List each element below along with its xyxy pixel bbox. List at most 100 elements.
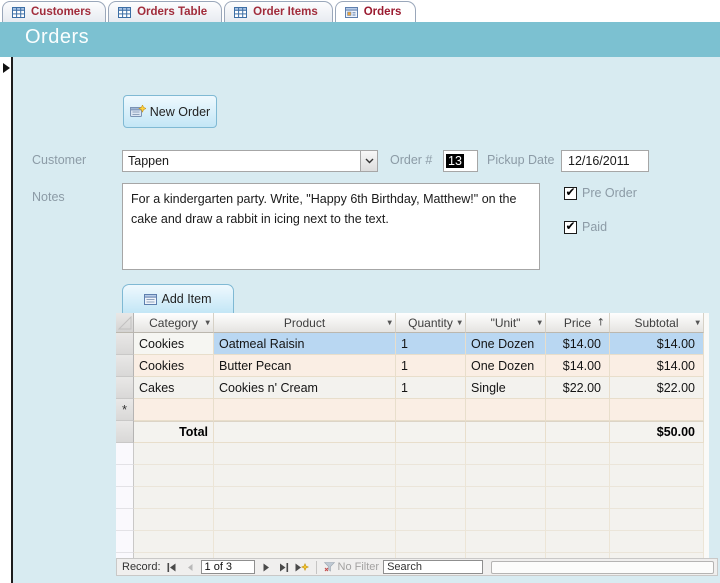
cell-category[interactable] (134, 399, 214, 421)
column-header-product[interactable]: Product ▼ (214, 313, 396, 333)
check-icon: ✔ (565, 185, 576, 199)
tab-orders-table[interactable]: Orders Table (108, 1, 223, 22)
cell-subtotal[interactable]: $22.00 (610, 377, 704, 399)
column-header-quantity[interactable]: Quantity ▼ (396, 313, 466, 333)
cell-subtotal[interactable] (610, 399, 704, 421)
no-filter-button[interactable]: No Filter (323, 561, 379, 573)
cell-category[interactable]: Cookies (134, 355, 214, 377)
order-number-field[interactable]: 13 (443, 150, 478, 172)
customer-combobox[interactable]: Tappen (122, 150, 378, 172)
previous-record-button[interactable] (183, 561, 197, 574)
search-input[interactable] (383, 560, 484, 574)
navigation-pane-collapsed[interactable] (0, 57, 13, 583)
filter-arrow-icon[interactable]: ▼ (537, 319, 542, 326)
next-record-icon (263, 563, 269, 571)
cell-subtotal[interactable]: $14.00 (610, 355, 704, 377)
cell-unit[interactable] (466, 399, 546, 421)
last-record-icon (279, 562, 288, 572)
cell-quantity[interactable]: 1 (396, 355, 466, 377)
order-number-value: 13 (446, 154, 464, 168)
customer-dropdown-button[interactable] (360, 151, 377, 171)
add-item-label: Add Item (161, 292, 212, 306)
next-record-button[interactable] (259, 561, 273, 574)
notes-field[interactable]: For a kindergarten party. Write, "Happy … (122, 183, 540, 270)
table-icon (118, 6, 132, 18)
add-item-button[interactable]: Add Item (122, 284, 234, 313)
cell-product[interactable]: Oatmeal Raisin (214, 333, 396, 355)
total-row: Total $50.00 (116, 421, 704, 443)
cell-product[interactable] (214, 399, 396, 421)
row-selector[interactable] (116, 377, 134, 399)
cell-price[interactable]: $14.00 (546, 355, 610, 377)
page-title: Orders (25, 26, 90, 48)
row-selector[interactable] (116, 355, 134, 377)
column-header-subtotal[interactable]: Subtotal ▼ (610, 313, 704, 333)
tab-customers[interactable]: Customers (2, 1, 107, 22)
cell-subtotal[interactable]: $14.00 (610, 333, 704, 355)
filter-arrow-icon[interactable]: ▼ (205, 319, 210, 326)
new-record-icon (295, 562, 309, 571)
first-record-icon (167, 562, 176, 572)
filter-arrow-icon[interactable]: ▼ (457, 319, 462, 326)
notes-label: Notes (32, 190, 65, 204)
table-icon (234, 6, 248, 18)
cell-quantity[interactable] (396, 399, 466, 421)
select-all-corner[interactable] (116, 313, 134, 333)
cell-category[interactable]: Cakes (134, 377, 214, 399)
column-header-category[interactable]: Category ▼ (134, 313, 214, 333)
access-window: Customers Orders Table Order Items Order… (0, 0, 720, 583)
record-navigator: Record: 1 of 3 No Filter (116, 558, 718, 576)
customer-value[interactable]: Tappen (123, 154, 360, 168)
form-icon (344, 6, 358, 18)
paid-checkbox[interactable]: ✔ (564, 219, 577, 234)
sort-ascending-icon[interactable]: ↑ (597, 317, 605, 328)
pickup-date-field[interactable]: 12/16/2011 (561, 150, 649, 172)
cell-quantity[interactable]: 1 (396, 333, 466, 355)
filter-arrow-icon[interactable]: ▼ (695, 319, 700, 326)
last-record-button[interactable] (277, 561, 291, 574)
row-selector[interactable] (116, 333, 134, 355)
previous-record-icon (187, 563, 193, 571)
tab-label: Orders (363, 6, 402, 18)
check-icon: ✔ (565, 219, 576, 233)
cell-quantity[interactable]: 1 (396, 377, 466, 399)
column-header-price[interactable]: Price ↑ (546, 313, 610, 333)
paid-checkbox-row: ✔ Paid (564, 220, 607, 234)
cell-product[interactable]: Cookies n' Cream (214, 377, 396, 399)
navbar-separator (315, 560, 317, 574)
table-row: Cookies Butter Pecan 1 One Dozen $14.00 … (116, 355, 704, 377)
cell-unit[interactable]: One Dozen (466, 333, 546, 355)
tab-order-items[interactable]: Order Items (224, 1, 333, 22)
cell-unit[interactable]: One Dozen (466, 355, 546, 377)
tab-label: Customers (31, 6, 92, 18)
record-position-box[interactable]: 1 of 3 (200, 560, 255, 574)
corner-diagonal-icon (118, 316, 132, 330)
horizontal-scrollbar[interactable] (491, 560, 714, 574)
first-record-button[interactable] (165, 561, 179, 574)
new-record-selector[interactable]: * (116, 399, 134, 421)
cell-unit[interactable]: Single (466, 377, 546, 399)
order-number-label: Order # (390, 153, 433, 167)
new-record-button[interactable] (295, 561, 309, 574)
total-label: Total (134, 421, 214, 443)
cell-price[interactable] (546, 399, 610, 421)
new-order-button[interactable]: New Order (123, 95, 217, 128)
chevron-down-icon (365, 158, 373, 164)
new-record-icon (129, 105, 146, 117)
cell-category[interactable]: Cookies (134, 333, 214, 355)
customer-label: Customer (32, 153, 87, 167)
table-row: Cakes Cookies n' Cream 1 Single $22.00 $… (116, 377, 704, 399)
navigation-pane-expand-icon[interactable] (3, 63, 10, 73)
column-header-unit[interactable]: "Unit" ▼ (466, 313, 546, 333)
table-icon (12, 6, 25, 18)
tab-label: Order Items (253, 6, 318, 18)
cell-price[interactable]: $14.00 (546, 333, 610, 355)
cell-product[interactable]: Butter Pecan (214, 355, 396, 377)
tab-orders[interactable]: Orders (334, 1, 417, 22)
cell-price[interactable]: $22.00 (546, 377, 610, 399)
new-order-label: New Order (149, 104, 211, 119)
filter-arrow-icon[interactable]: ▼ (387, 319, 392, 326)
document-tab-bar: Customers Orders Table Order Items Order… (0, 0, 720, 22)
pre-order-checkbox[interactable]: ✔ (564, 185, 577, 200)
table-row: Cookies Oatmeal Raisin 1 One Dozen $14.0… (116, 333, 704, 355)
